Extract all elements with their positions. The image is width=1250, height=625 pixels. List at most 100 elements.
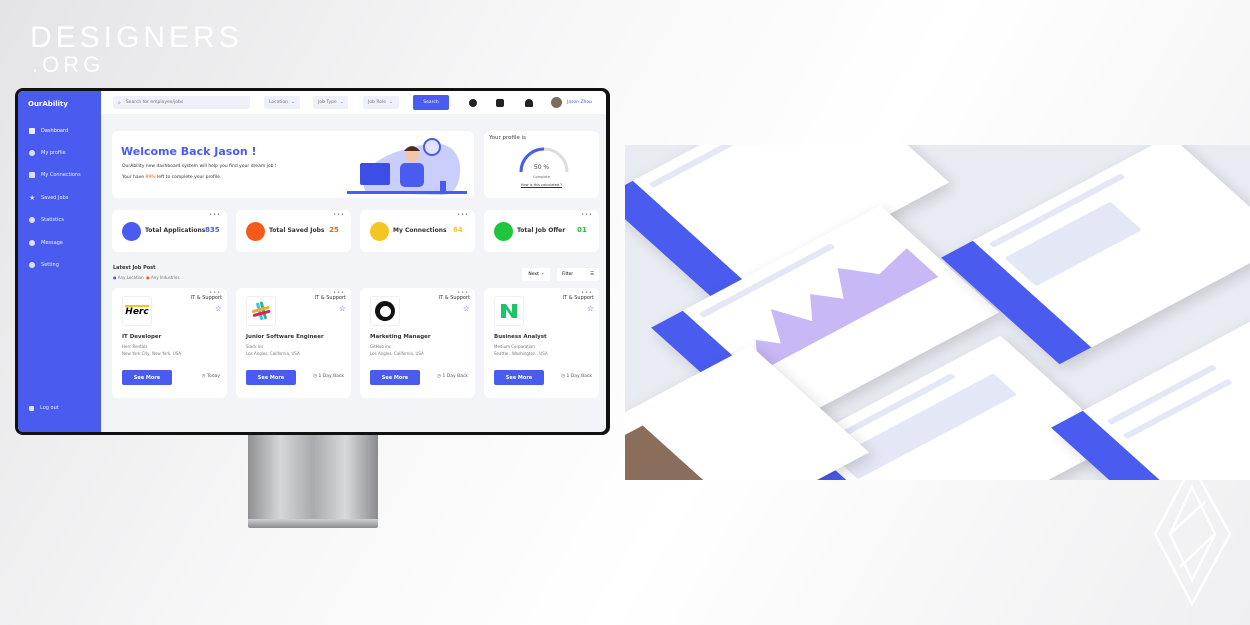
top-bar: ⌕ Search for employee/jobs Location ⌄ Job …: [101, 91, 606, 114]
job-company: Herc Rentals: [122, 344, 148, 349]
job-company: Slack inc: [246, 344, 264, 349]
collage-screen: [940, 145, 1250, 365]
profile-title: Your profile is: [489, 135, 527, 141]
sidebar-item-label: Dashboard: [41, 128, 69, 134]
search-input[interactable]: ⌕ Search for employee/jobs: [113, 96, 250, 109]
star-icon[interactable]: ☆: [215, 304, 222, 313]
stat-card-total-saved-jobs[interactable]: ••• Total Saved Jobs 25: [236, 210, 351, 252]
see-more-button[interactable]: See More: [246, 370, 296, 385]
job-role-label: Job Role: [368, 100, 387, 105]
stat-label: Total Job Offer: [517, 227, 566, 234]
stat-value: 01: [577, 226, 587, 234]
posted-label: 1 Day Back: [566, 374, 592, 379]
see-more-button[interactable]: See More: [370, 370, 420, 385]
posted-label: 1 Day Back: [318, 374, 344, 379]
sidebar-item-label: My Connections: [41, 172, 81, 178]
medium-logo: [494, 296, 524, 326]
stat-card-total-applications[interactable]: ••• Total Applications 835: [112, 210, 227, 252]
job-company: GitHub inc: [370, 344, 391, 349]
welcome-subtitle: OurAbility new dashboard system will hel…: [122, 164, 277, 169]
job-posted: ◷ 1 Day Back: [561, 374, 592, 379]
sidebar-item-label: Saved Jobs: [41, 195, 69, 201]
sidebar-item-setting[interactable]: Setting: [29, 262, 59, 268]
users-icon: [29, 172, 35, 178]
clock-icon: ◷: [201, 374, 206, 379]
job-category: IT & Support: [190, 295, 222, 301]
chevron-down-icon: ⌄: [389, 100, 393, 105]
chevron-down-icon: ⌄: [291, 100, 295, 105]
location-label: Location: [269, 100, 289, 105]
job-posted: ◷ 1 Day Back: [313, 374, 344, 379]
filter-any-industries[interactable]: Any Industries: [151, 275, 180, 280]
brand-line2: .ORG: [32, 52, 105, 77]
location-dropdown[interactable]: Location ⌄: [264, 96, 300, 109]
logout-button[interactable]: Log out: [29, 405, 59, 411]
star-icon: ★: [29, 194, 36, 202]
job-card: ••• IT & Support ☆ Junior Software Engin…: [236, 288, 351, 398]
connections-icon: [370, 222, 389, 241]
sidebar-item-message[interactable]: Message: [29, 240, 63, 246]
bell-icon[interactable]: [525, 99, 533, 107]
saved-jobs-icon: [246, 222, 265, 241]
applications-icon: [122, 222, 141, 241]
star-icon[interactable]: ☆: [587, 304, 594, 313]
clock-icon: ◷: [561, 374, 566, 379]
job-category: IT & Support: [314, 295, 346, 301]
brand-line1: DESIGNERS: [30, 21, 243, 54]
star-icon[interactable]: ☆: [463, 304, 470, 313]
job-type-dropdown[interactable]: Job Type ⌄: [313, 96, 348, 109]
job-location: Los Angles, California, USA: [246, 351, 300, 356]
job-type-label: Job Type: [318, 100, 337, 105]
star-icon[interactable]: ☆: [339, 304, 346, 313]
sidebar-item-my-profile[interactable]: My profile: [29, 150, 66, 156]
sidebar-item-saved-jobs[interactable]: ★ Saved Jobs: [29, 194, 69, 202]
lightbulb-icon[interactable]: [469, 99, 477, 107]
more-icon[interactable]: •••: [209, 212, 221, 218]
job-posted: ◷ 1 Day Back: [437, 374, 468, 379]
job-title: IT Developer: [122, 334, 162, 340]
stat-value: 835: [205, 226, 220, 234]
profile-progress-text: Your have 99% left to complete your prof…: [122, 175, 221, 180]
job-company: Medium Corporation: [494, 344, 535, 349]
avatar[interactable]: [551, 97, 562, 108]
monitor: OurAbility Dashboard My profile My Conne…: [15, 88, 610, 435]
more-icon[interactable]: •••: [581, 212, 593, 218]
monitor-stand: [248, 435, 378, 523]
chevron-down-icon: ⌄: [339, 100, 344, 105]
stat-card-my-connections[interactable]: ••• My Connections 64: [360, 210, 475, 252]
more-icon[interactable]: •••: [457, 212, 469, 218]
job-category: IT & Support: [562, 295, 594, 301]
job-posted: ◷ Today: [202, 374, 220, 379]
sidebar-item-label: My profile: [41, 150, 66, 156]
filter-button[interactable]: Filter ☰: [557, 268, 599, 281]
sidebar-item-my-connections[interactable]: My Connections: [29, 172, 81, 178]
search-placeholder: Search for employee/jobs: [125, 100, 184, 105]
job-role-dropdown[interactable]: Job Role ⌄: [363, 96, 399, 109]
welcome-card: Welcome Back Jason ! OurAbility new dash…: [112, 131, 474, 198]
job-title: Marketing Manager: [370, 334, 431, 340]
how-calculated-link[interactable]: How is this calculated ?: [484, 183, 599, 187]
sidebar-item-dashboard[interactable]: Dashboard: [29, 128, 68, 134]
profile-completion-card: Your profile is 50 % Complete How is thi…: [484, 131, 599, 198]
posted-label: Today: [206, 374, 220, 379]
job-card: ••• Herc IT & Support ☆ IT Developer Her…: [112, 288, 227, 398]
see-more-button[interactable]: See More: [122, 370, 172, 385]
clock-icon: ◷: [437, 374, 442, 379]
herc-rentals-logo: Herc: [122, 296, 152, 326]
job-category: IT & Support: [438, 295, 470, 301]
more-icon[interactable]: •••: [333, 212, 345, 218]
user-name[interactable]: Jason Zhou: [567, 100, 592, 105]
filter-any-location[interactable]: Any Location: [118, 275, 144, 280]
stat-card-total-job-offer[interactable]: ••• Total Job Offer 01: [484, 210, 599, 252]
tilted-screens-collage: [625, 145, 1250, 480]
search-button[interactable]: Search: [413, 95, 449, 110]
sidebar-item-label: Setting: [41, 262, 59, 268]
stat-value: 25: [329, 226, 339, 234]
see-more-button[interactable]: See More: [494, 370, 544, 385]
robot-icon[interactable]: [496, 99, 504, 107]
sidebar-item-statistics[interactable]: Statistics: [29, 217, 64, 223]
clock-icon: ◷: [313, 374, 318, 379]
job-title: Business Analyst: [494, 334, 547, 340]
next-button[interactable]: Next ›: [522, 268, 550, 281]
latest-job-post-title: Latest Job Post: [113, 265, 156, 271]
